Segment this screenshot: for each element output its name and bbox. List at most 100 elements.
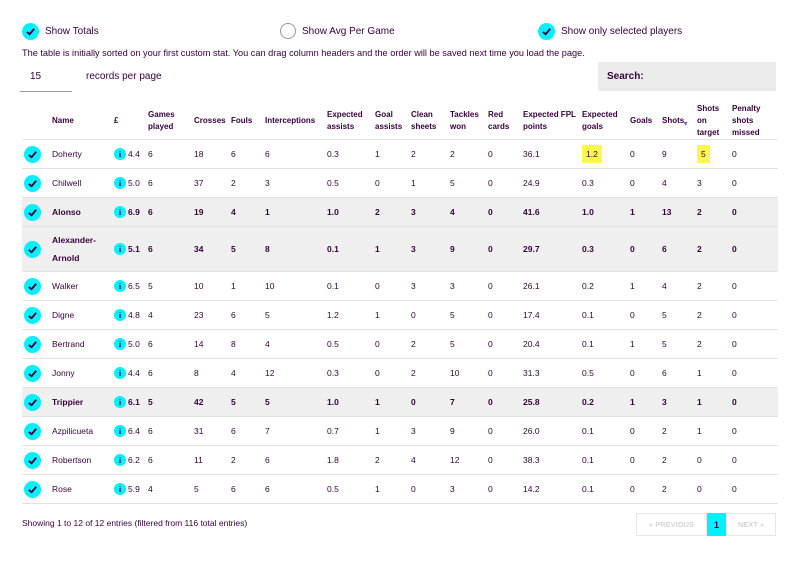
page-1-button[interactable]: 1 — [707, 513, 726, 536]
table-row[interactable]: Alonso i 6.9 6 19 4 1 1.0 2 3 4 0 41.6 1.0 1 13 2 0 — [22, 197, 779, 227]
games-cell: 6 — [146, 168, 193, 198]
table-row[interactable]: Walker i 6.5 5 10 1 10 0.1 0 3 3 0 26.1 0.2 1 4 2 0 — [22, 271, 779, 301]
player-info-cell[interactable]: i — [112, 445, 126, 475]
xg-cell: 0.3 — [580, 226, 629, 272]
shots-cell: 4 — [660, 168, 696, 198]
player-info-cell[interactable]: i — [112, 197, 126, 227]
row-select-cell[interactable] — [22, 329, 50, 359]
row-select-cell[interactable] — [22, 226, 50, 272]
column-header[interactable]: Shots ▼ — [660, 103, 695, 140]
column-header[interactable]: £ — [112, 103, 146, 140]
player-info-cell[interactable]: i — [112, 474, 126, 504]
info-icon[interactable]: i — [114, 177, 126, 189]
interceptions-cell: 1 — [263, 197, 326, 227]
info-icon[interactable]: i — [114, 280, 126, 292]
sot-cell: 2 — [695, 271, 731, 301]
check-icon — [24, 422, 41, 440]
table-row[interactable]: Robertson i 6.2 6 11 2 6 1.8 2 4 12 0 38.3 0.1 0 2 0 0 — [22, 445, 779, 475]
tackles-cell: 3 — [448, 474, 487, 504]
row-select-cell[interactable] — [22, 300, 50, 330]
cs-cell: 0 — [409, 300, 449, 330]
show-totals-toggle[interactable]: Show Totals — [22, 23, 99, 40]
row-select-cell[interactable] — [22, 139, 50, 169]
info-icon[interactable]: i — [114, 483, 126, 495]
cs-cell: 3 — [409, 197, 449, 227]
shots-cell: 2 — [660, 416, 696, 446]
row-select-cell[interactable] — [22, 197, 50, 227]
column-header[interactable]: Interceptions — [263, 103, 325, 140]
table-row[interactable]: Chilwell i 5.0 6 37 2 3 0.5 0 1 5 0 24.9 0.3 0 4 3 0 — [22, 168, 779, 198]
table-row[interactable]: Alexander-Arnold i 5.1 6 34 5 8 0.1 1 3 9 0 29.7 0.3 0… — [22, 226, 779, 272]
column-header[interactable]: Penalty shots missed — [730, 103, 778, 140]
row-select-cell[interactable] — [22, 387, 50, 417]
table-row[interactable]: Azpilicueta i 6.4 6 31 6 7 0.7 1 3 9 0 26.0 0.1 0 2 1 0 — [22, 416, 779, 446]
player-info-cell[interactable]: i — [112, 300, 126, 330]
player-name: Alonso — [50, 197, 112, 227]
records-per-page-select[interactable]: 15 — [20, 62, 72, 92]
cs-cell: 3 — [409, 271, 449, 301]
player-info-cell[interactable]: i — [112, 226, 126, 272]
next-page-button[interactable]: NEXT » — [726, 513, 776, 536]
player-info-cell[interactable]: i — [112, 329, 126, 359]
assists-cell: 1 — [373, 387, 410, 417]
column-header[interactable]: Goal assists — [373, 103, 409, 140]
table-row[interactable]: Jonny i 4.4 6 8 4 12 0.3 0 2 10 0 31.3 0.5 0 6 1 0 — [22, 358, 779, 388]
price-cell: 5.0 — [126, 168, 147, 198]
info-icon[interactable]: i — [114, 309, 126, 321]
fouls-cell: 6 — [229, 416, 264, 446]
column-header[interactable]: Name — [50, 103, 112, 140]
crosses-cell: 10 — [192, 271, 230, 301]
interceptions-cell: 6 — [263, 474, 326, 504]
column-header[interactable]: Goals — [628, 103, 660, 140]
info-icon[interactable]: i — [114, 206, 126, 218]
player-info-cell[interactable]: i — [112, 271, 126, 301]
xg-cell: 0.1 — [580, 416, 629, 446]
info-icon[interactable]: i — [114, 425, 126, 437]
player-info-cell[interactable]: i — [112, 387, 126, 417]
info-icon[interactable]: i — [114, 454, 126, 466]
row-select-cell[interactable] — [22, 271, 50, 301]
info-icon[interactable]: i — [114, 396, 126, 408]
goals-cell: 1 — [628, 271, 661, 301]
table-row[interactable]: Trippier i 6.1 5 42 5 5 1.0 1 0 7 0 25.8 0.2 1 3 1 0 — [22, 387, 779, 417]
player-name: Walker — [50, 271, 112, 301]
player-info-cell[interactable]: i — [112, 416, 126, 446]
table-row[interactable]: Rose i 5.9 4 5 6 6 0.5 1 0 3 0 14.2 0.1 0 2 0 0 — [22, 474, 779, 504]
row-select-cell[interactable] — [22, 474, 50, 504]
row-select-cell[interactable] — [22, 416, 50, 446]
table-row[interactable]: Doherty i 4.4 6 18 6 6 0.3 1 2 2 0 36.1 1.2 0 9 5 0 — [22, 139, 779, 169]
table-row[interactable]: Digne i 4.8 4 23 6 5 1.2 1 0 5 0 17.4 0.1 0 5 2 0 — [22, 300, 779, 330]
player-info-cell[interactable]: i — [112, 358, 126, 388]
column-header[interactable]: Expected FPL points — [521, 103, 580, 140]
info-icon[interactable]: i — [114, 367, 126, 379]
sot-cell: 5 — [695, 139, 731, 169]
column-header[interactable]: Crosses — [192, 103, 229, 140]
search-input[interactable] — [647, 70, 752, 83]
table-row[interactable]: Bertrand i 5.0 6 14 8 4 0.5 0 2 5 0 20.4 0.1 1 5 2 0 — [22, 329, 779, 359]
crosses-cell: 11 — [192, 445, 230, 475]
show-selected-toggle[interactable]: Show only selected players — [538, 23, 682, 40]
info-icon[interactable]: i — [114, 243, 126, 255]
xfpl-cell: 36.1 — [521, 139, 581, 169]
player-info-cell[interactable]: i — [112, 168, 126, 198]
column-header[interactable]: Expected goals — [580, 103, 628, 140]
column-header[interactable]: Clean sheets — [409, 103, 448, 140]
xa-cell: 0.3 — [325, 139, 374, 169]
show-avg-toggle[interactable]: Show Avg Per Game — [280, 23, 395, 39]
column-header[interactable]: Red cards — [486, 103, 521, 140]
column-header[interactable]: Shots on target — [695, 103, 730, 140]
shots-cell: 5 — [660, 300, 696, 330]
column-header[interactable]: Fouls — [229, 103, 263, 140]
row-select-cell[interactable] — [22, 168, 50, 198]
assists-cell: 2 — [373, 197, 410, 227]
column-header[interactable]: Games played — [146, 103, 192, 140]
info-icon[interactable]: i — [114, 338, 126, 350]
row-select-cell[interactable] — [22, 445, 50, 475]
column-header[interactable]: Tackles won — [448, 103, 486, 140]
check-icon — [24, 364, 41, 382]
info-icon[interactable]: i — [114, 148, 126, 160]
player-info-cell[interactable]: i — [112, 139, 126, 169]
column-header[interactable]: Expected assists — [325, 103, 373, 140]
previous-page-button[interactable]: « PREVIOUS — [636, 513, 707, 536]
row-select-cell[interactable] — [22, 358, 50, 388]
